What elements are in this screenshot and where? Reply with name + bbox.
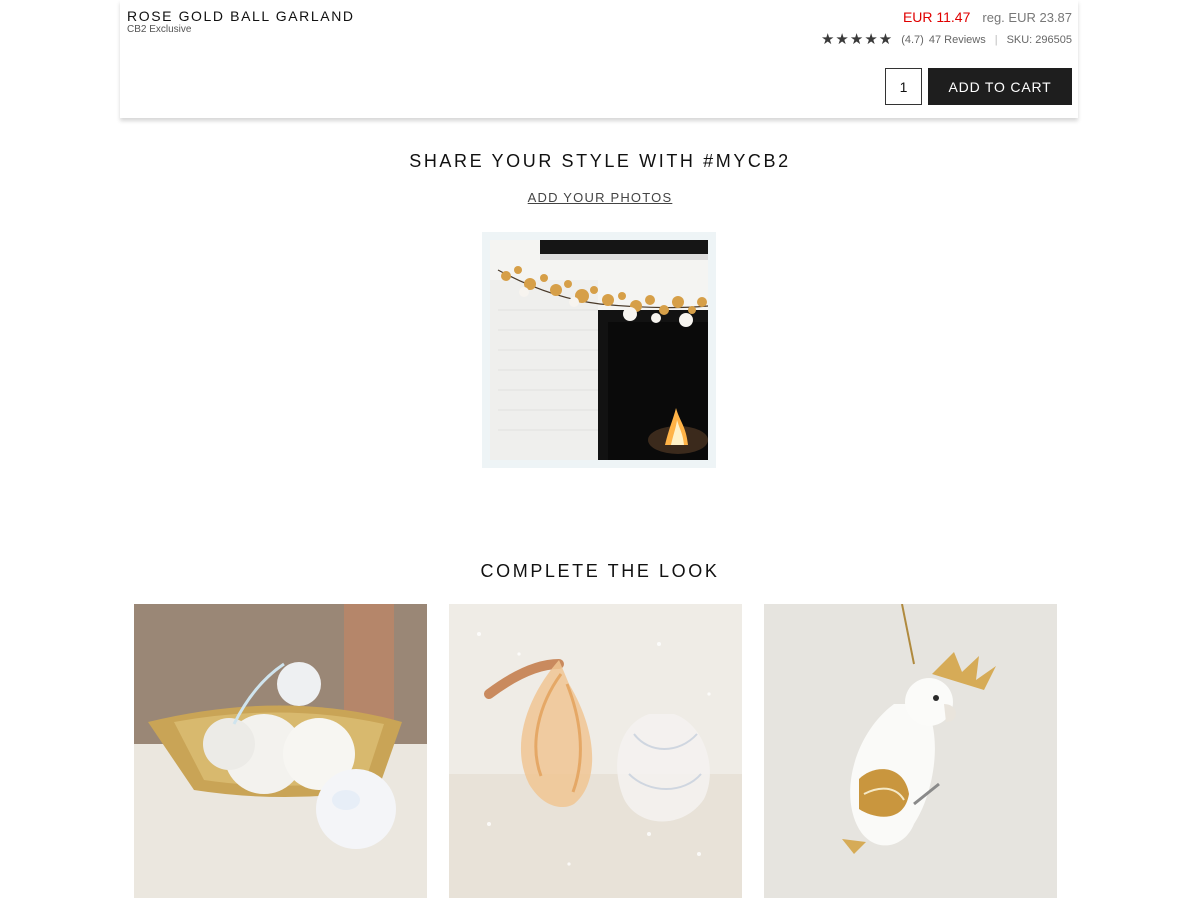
reviews-link[interactable]: 47 Reviews	[929, 34, 986, 46]
product-meta: ★ ★ ★ ★ ★ (4.7) 47 Reviews | SKU: 296505	[821, 32, 1072, 47]
sale-price: EUR 11.47	[902, 9, 971, 25]
look-product-white-ornaments[interactable]	[134, 604, 427, 898]
complete-look-heading: COMPLETE THE LOOK	[480, 561, 720, 581]
product-summary-bar: ROSE GOLD BALL GARLAND CB2 Exclusive EUR…	[120, 0, 1078, 118]
share-heading: SHARE YOUR STYLE WITH #MYCB2	[409, 151, 791, 171]
look-product-cockatoo-ornament[interactable]	[764, 604, 1057, 898]
product-title: ROSE GOLD BALL GARLAND	[127, 8, 355, 24]
rating-stars[interactable]: ★ ★ ★ ★ ★	[821, 32, 892, 47]
product-subtitle: CB2 Exclusive	[127, 24, 192, 35]
star-icon: ★	[820, 31, 835, 48]
garland-fireplace-image	[490, 240, 708, 460]
star-icon: ★	[878, 31, 893, 48]
price-row: EUR 11.47 reg. EUR 23.87	[903, 9, 1072, 25]
customer-photo[interactable]	[482, 232, 716, 468]
regular-price: reg. EUR 23.87	[982, 10, 1072, 25]
star-icon: ★	[835, 31, 849, 48]
rating-value: (4.7)	[901, 33, 924, 46]
add-to-cart-button[interactable]: ADD TO CART	[928, 68, 1072, 105]
add-photos-link[interactable]: ADD YOUR PHOTOS	[0, 190, 1200, 205]
look-product-glass-ornaments[interactable]	[449, 604, 742, 898]
quantity-input[interactable]: 1	[885, 68, 922, 105]
star-icon: ★	[849, 31, 864, 48]
star-icon: ★	[864, 31, 878, 48]
sku: SKU: 296505	[1006, 33, 1072, 46]
meta-divider: |	[994, 33, 998, 46]
